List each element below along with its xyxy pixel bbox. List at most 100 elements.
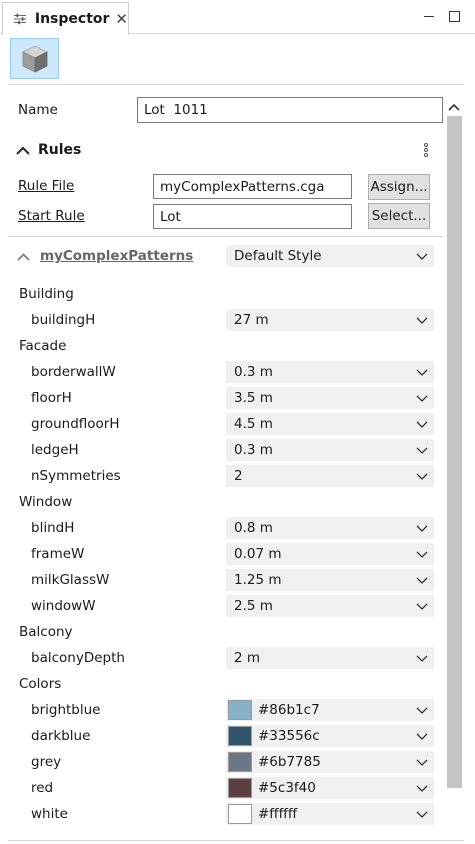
rule-file-field[interactable]: myComplexPatterns.cga bbox=[153, 174, 352, 199]
blindH-dropdown[interactable]: 0.8 m bbox=[226, 517, 434, 539]
attr-label-white: white bbox=[31, 806, 68, 822]
milkGlassW-dropdown[interactable]: 1.25 m bbox=[226, 569, 434, 591]
floorH-value: 3.5 m bbox=[234, 390, 273, 406]
attr-label-grey: grey bbox=[31, 754, 62, 770]
cube-icon bbox=[21, 45, 48, 73]
white-value: #ffffff bbox=[258, 806, 298, 822]
brightblue-dropdown[interactable]: #86b1c7 bbox=[226, 699, 434, 721]
attr-label-milkGlassW: milkGlassW bbox=[31, 572, 110, 588]
divider bbox=[8, 84, 464, 85]
red-value: #5c3f40 bbox=[258, 780, 316, 796]
nSymmetries-dropdown[interactable]: 2 bbox=[226, 465, 434, 487]
white-dropdown[interactable]: #ffffff bbox=[226, 803, 434, 825]
kebab-menu-icon[interactable] bbox=[424, 143, 430, 159]
style-dropdown-value: Default Style bbox=[234, 248, 322, 264]
frameW-dropdown[interactable]: 0.07 m bbox=[226, 543, 434, 565]
chevron-down-icon bbox=[416, 317, 428, 324]
color-swatch-white[interactable] bbox=[228, 804, 252, 824]
borderwallW-dropdown[interactable]: 0.3 m bbox=[226, 361, 434, 383]
chevron-down-icon bbox=[416, 759, 428, 766]
ledgeH-dropdown[interactable]: 0.3 m bbox=[226, 439, 434, 461]
group-colors: Colors bbox=[19, 676, 62, 692]
groundfloorH-dropdown[interactable]: 4.5 m bbox=[226, 413, 434, 435]
chevron-down-icon bbox=[416, 525, 428, 532]
buildingH-value: 27 m bbox=[234, 312, 269, 328]
rule-file-value: myComplexPatterns.cga bbox=[160, 178, 325, 195]
chevron-up-icon bbox=[17, 252, 30, 261]
chevron-down-icon bbox=[416, 369, 428, 376]
name-field[interactable]: Lot 1011 bbox=[137, 97, 443, 123]
tab-strip: Inspector ✕ bbox=[0, 0, 475, 35]
divider bbox=[8, 840, 464, 841]
chevron-down-icon bbox=[416, 577, 428, 584]
attr-label-balconyDepth: balconyDepth bbox=[31, 650, 125, 666]
red-dropdown[interactable]: #5c3f40 bbox=[226, 777, 434, 799]
name-value: Lot 1011 bbox=[144, 102, 208, 118]
chevron-down-icon bbox=[416, 655, 428, 662]
rules-header[interactable]: Rules bbox=[16, 142, 81, 158]
buildingH-dropdown[interactable]: 27 m bbox=[226, 309, 434, 331]
color-swatch-darkblue[interactable] bbox=[228, 726, 252, 746]
windowW-dropdown[interactable]: 2.5 m bbox=[226, 595, 434, 617]
group-building: Building bbox=[19, 286, 74, 302]
chevron-down-icon bbox=[416, 551, 428, 558]
color-swatch-grey[interactable] bbox=[228, 752, 252, 772]
close-icon[interactable]: ✕ bbox=[115, 11, 128, 27]
chevron-down-icon bbox=[416, 395, 428, 402]
darkblue-dropdown[interactable]: #33556c bbox=[226, 725, 434, 747]
tab-title: Inspector bbox=[34, 11, 110, 27]
attr-label-windowW: windowW bbox=[31, 598, 96, 614]
attr-label-brightblue: brightblue bbox=[31, 702, 101, 718]
attr-label-floorH: floorH bbox=[31, 390, 72, 406]
attr-label-blindH: blindH bbox=[31, 520, 75, 536]
scrollbar-thumb[interactable] bbox=[447, 116, 462, 788]
style-header[interactable]: myComplexPatterns bbox=[17, 248, 193, 264]
chevron-down-icon bbox=[416, 733, 428, 740]
grey-dropdown[interactable]: #6b7785 bbox=[226, 751, 434, 773]
style-dropdown[interactable]: Default Style bbox=[226, 245, 434, 267]
blindH-value: 0.8 m bbox=[234, 520, 273, 536]
windowW-value: 2.5 m bbox=[234, 598, 273, 614]
toolbar bbox=[0, 34, 475, 84]
attr-label-buildingH: buildingH bbox=[31, 312, 96, 328]
color-swatch-red[interactable] bbox=[228, 778, 252, 798]
group-facade: Facade bbox=[19, 338, 67, 354]
groundfloorH-value: 4.5 m bbox=[234, 416, 273, 432]
chevron-down-icon bbox=[416, 421, 428, 428]
cube-button[interactable] bbox=[10, 38, 59, 79]
scroll-up-icon[interactable] bbox=[446, 100, 462, 114]
rule-file-link[interactable]: Rule File bbox=[18, 178, 74, 194]
chevron-down-icon bbox=[416, 473, 428, 480]
rule-style-name[interactable]: myComplexPatterns bbox=[40, 248, 193, 264]
chevron-down-icon bbox=[416, 811, 428, 818]
tab-inspector[interactable]: Inspector ✕ bbox=[2, 2, 129, 35]
brightblue-value: #86b1c7 bbox=[258, 702, 320, 718]
attr-label-darkblue: darkblue bbox=[31, 728, 91, 744]
attr-label-borderwallW: borderwallW bbox=[31, 364, 116, 380]
chevron-down-icon bbox=[416, 603, 428, 610]
start-rule-field[interactable]: Lot bbox=[153, 204, 352, 229]
select-button[interactable]: Select... bbox=[368, 203, 430, 229]
balconyDepth-dropdown[interactable]: 2 m bbox=[226, 647, 434, 669]
group-window: Window bbox=[19, 494, 73, 510]
chevron-down-icon bbox=[416, 785, 428, 792]
nSymmetries-value: 2 bbox=[234, 468, 243, 484]
attr-label-ledgeH: ledgeH bbox=[31, 442, 79, 458]
frameW-value: 0.07 m bbox=[234, 546, 282, 562]
color-swatch-brightblue[interactable] bbox=[228, 700, 252, 720]
group-balcony: Balcony bbox=[19, 624, 73, 640]
borderwallW-value: 0.3 m bbox=[234, 364, 273, 380]
minimize-icon[interactable] bbox=[421, 8, 437, 24]
chevron-up-icon bbox=[16, 146, 30, 155]
ledgeH-value: 0.3 m bbox=[234, 442, 273, 458]
assign-button[interactable]: Assign... bbox=[368, 174, 430, 200]
darkblue-value: #33556c bbox=[258, 728, 320, 744]
name-label: Name bbox=[18, 102, 58, 118]
rules-title: Rules bbox=[38, 142, 82, 158]
sliders-icon bbox=[13, 13, 27, 25]
divider bbox=[8, 236, 443, 237]
start-rule-link[interactable]: Start Rule bbox=[18, 208, 85, 224]
attr-label-red: red bbox=[31, 780, 54, 796]
maximize-icon[interactable] bbox=[446, 8, 462, 24]
floorH-dropdown[interactable]: 3.5 m bbox=[226, 387, 434, 409]
